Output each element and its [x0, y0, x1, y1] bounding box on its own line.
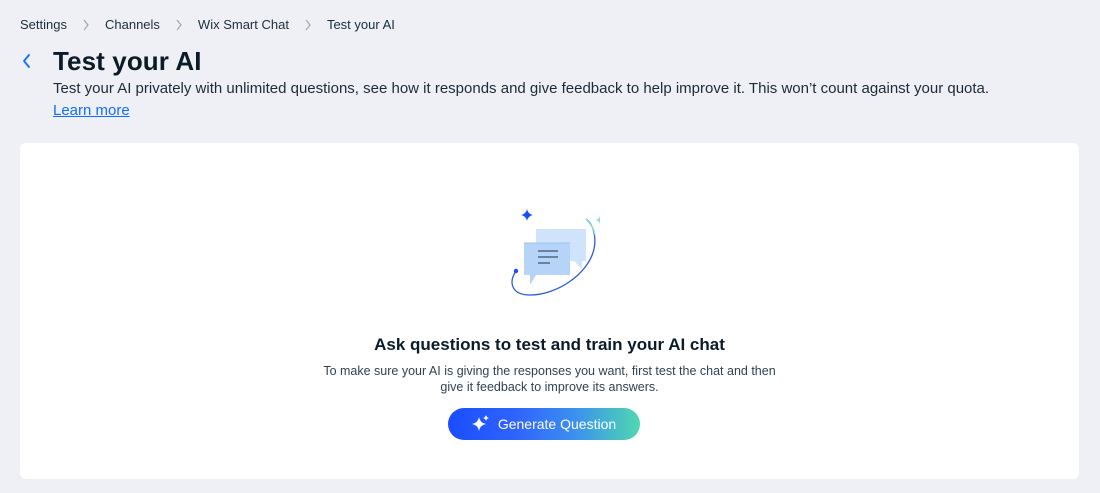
empty-state-description-line2: give it feedback to improve its answers. [440, 380, 659, 394]
chat-bubbles-sparkle-icon [490, 209, 610, 305]
generate-question-button[interactable]: Generate Question [448, 408, 640, 440]
page-title: Test your AI [53, 46, 202, 76]
breadcrumb-settings[interactable]: Settings [20, 17, 67, 32]
chevron-right-icon [67, 19, 105, 31]
chevron-right-icon [160, 19, 198, 31]
chevron-right-icon [289, 19, 327, 31]
sparkle-icon [471, 415, 490, 433]
breadcrumb: Settings Channels Wix Smart Chat Test yo… [20, 17, 395, 32]
empty-state-description: To make sure your AI is giving the respo… [20, 363, 1079, 395]
empty-state-card: Ask questions to test and train your AI … [20, 143, 1079, 479]
empty-state-title: Ask questions to test and train your AI … [374, 335, 725, 354]
learn-more-link[interactable]: Learn more [53, 102, 130, 119]
page-subtitle: Test your AI privately with unlimited qu… [53, 80, 990, 97]
breadcrumb-channels[interactable]: Channels [105, 17, 160, 32]
breadcrumb-wix-smart-chat[interactable]: Wix Smart Chat [198, 17, 289, 32]
generate-question-label: Generate Question [497, 416, 617, 432]
breadcrumb-current: Test your AI [326, 17, 395, 32]
back-arrow-icon[interactable] [18, 52, 34, 70]
empty-state-description-line1: To make sure your AI is giving the respo… [323, 364, 776, 378]
